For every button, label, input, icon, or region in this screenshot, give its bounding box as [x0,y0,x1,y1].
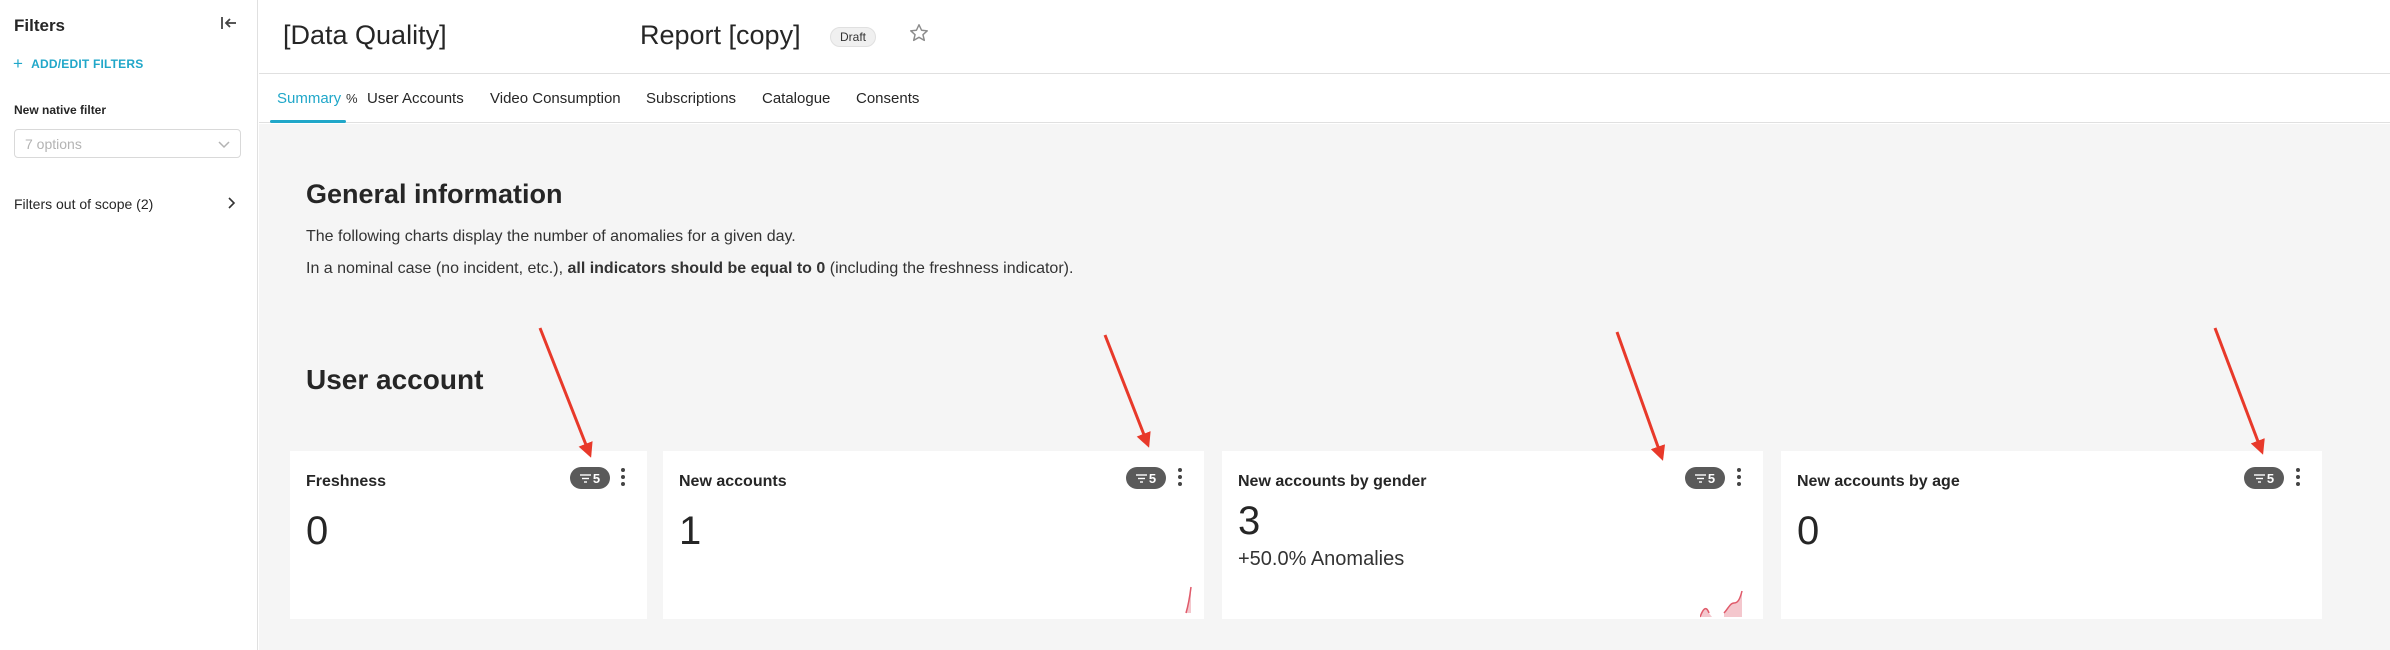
chevron-right-icon [228,196,236,212]
filter-sidebar: Filters + ADD/EDIT FILTERS New native fi… [0,0,258,650]
filters-out-of-scope-label: Filters out of scope (2) [14,196,154,212]
filter-count-badge[interactable]: 5 [570,467,610,489]
chart-card-new-accounts-by-gender: New accounts by gender 5 3 +50.0% Anomal… [1222,451,1763,619]
chart-title: Freshness [306,473,387,490]
tab-subscriptions[interactable]: Subscriptions [646,90,736,107]
filter-icon [579,473,591,483]
select-placeholder: 7 options [25,135,82,152]
filters-out-of-scope[interactable]: Filters out of scope (2) [14,196,236,212]
filter-count: 5 [1707,470,1716,486]
filters-title: Filters [14,16,66,35]
star-icon[interactable] [908,22,932,46]
line2-bold-text: all indicators should be equal to 0 [567,260,826,277]
filter-count: 5 [1148,470,1157,486]
link-icon[interactable]: % [346,91,358,106]
chart-card-new-accounts-by-age: New accounts by age 5 0 [1781,451,2322,619]
draft-badge: Draft [830,27,877,47]
filter-icon [1135,473,1147,483]
add-edit-filters-label: ADD/EDIT FILTERS [31,56,144,71]
filter-count: 5 [2266,470,2275,486]
user-account-heading: User account [306,364,484,395]
general-description-line1: The following charts display the number … [306,228,796,245]
chart-title: New accounts [679,473,787,490]
dashboard-title[interactable]: [Data Quality] [283,20,447,51]
chart-title: New accounts by gender [1238,473,1427,490]
big-number: 0 [306,509,329,553]
big-number: 3 [1238,499,1261,543]
dashboard-title-suffix[interactable]: Report [copy] [640,20,801,51]
dashboard-tabs: Summary % User Accounts Video Consumptio… [259,75,2390,123]
chart-card-freshness: Freshness 5 0 [290,451,647,619]
native-filter-select[interactable]: 7 options [14,129,241,158]
chart-card-new-accounts: New accounts 5 1 [663,451,1204,619]
filter-count-badge[interactable]: 5 [1685,467,1725,489]
add-edit-filters-button[interactable]: + ADD/EDIT FILTERS [13,55,143,72]
collapse-sidebar-icon[interactable] [218,12,240,34]
native-filter-label: New native filter [14,103,107,117]
dashboard-header: [Data Quality] Report [copy] Draft [259,0,2390,74]
more-options-icon[interactable] [1732,466,1746,488]
filter-icon [1694,473,1706,483]
general-information-heading: General information [306,179,563,209]
anomalies-change: +50.0% Anomalies [1238,548,1405,570]
line2-text-end: (including the freshness indicator). [825,260,1074,277]
filter-count-badge[interactable]: 5 [1126,467,1166,489]
trendline-sparkline [1700,590,1743,618]
tab-summary[interactable]: Summary [277,90,341,107]
tab-consents[interactable]: Consents [856,90,919,107]
tab-catalogue[interactable]: Catalogue [762,90,830,107]
line2-text-start: In a nominal case (no incident, etc.), [306,260,568,277]
big-number: 0 [1797,509,1820,553]
big-number: 1 [679,509,702,553]
trendline-sparkline [1185,586,1192,614]
active-tab-indicator [270,120,346,123]
general-description-line2: In a nominal case (no incident, etc.), a… [306,260,1073,278]
tab-user-accounts[interactable]: User Accounts [367,90,464,107]
more-options-icon[interactable] [616,466,630,488]
filter-icon [2253,473,2265,483]
tab-video-consumption[interactable]: Video Consumption [490,90,621,107]
chevron-down-icon [218,136,230,152]
filter-count-badge[interactable]: 5 [2244,467,2284,489]
plus-icon: + [13,54,24,73]
chart-title: New accounts by age [1797,473,1960,490]
more-options-icon[interactable] [1173,466,1187,488]
filter-count: 5 [592,470,601,486]
more-options-icon[interactable] [2291,466,2305,488]
dashboard-content: General information The following charts… [259,124,2390,650]
